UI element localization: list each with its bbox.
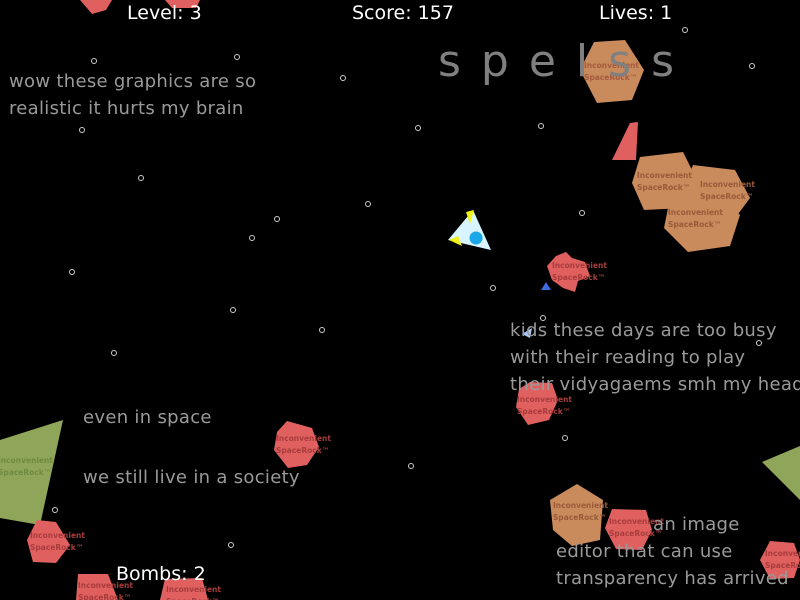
lives-indicator: Lives: 1 bbox=[599, 2, 673, 24]
rock-label-text: Inconvenient bbox=[552, 261, 607, 270]
rock-label-text: SpaceRock™ bbox=[78, 593, 131, 600]
rock-label-text: SpaceRock™ bbox=[637, 183, 690, 192]
flavor-text-graphics: wow these graphics are so realistic it h… bbox=[9, 71, 257, 119]
level-indicator: Level: 3 bbox=[127, 2, 202, 24]
rock-label-text: Inconvenient bbox=[0, 456, 53, 465]
rock-label-text: Inconvenient bbox=[553, 501, 608, 510]
rock-label-text: SpaceRock™ bbox=[668, 220, 721, 229]
rock-label-text: SpaceRock™ bbox=[517, 407, 570, 416]
rock-label-text: Inconvenient bbox=[30, 531, 85, 540]
game-title: spelss bbox=[438, 36, 694, 87]
rock-label-text: Inconvenient bbox=[700, 180, 755, 189]
rock-label-text: Inconvenient bbox=[637, 171, 692, 180]
flavor-text-kids: kids these days are too busy with their … bbox=[510, 320, 800, 395]
rock-label-text: SpaceRock™ bbox=[276, 446, 329, 455]
rock-label-text: Inconvenient bbox=[276, 434, 331, 443]
flavor-text-society: we still live in a society bbox=[83, 467, 300, 488]
flavor-text-editor: an image editor that can use transparenc… bbox=[556, 514, 789, 589]
rock-label-text: SpaceRock™ bbox=[552, 273, 605, 282]
rock-label-text: SpaceRock™ bbox=[30, 543, 83, 552]
rock-label-text: SpaceRock™ bbox=[700, 192, 753, 201]
rock-label-text: Inconvenient bbox=[166, 585, 221, 594]
flavor-text-space: even in space bbox=[83, 407, 212, 428]
bombs-indicator: Bombs: 2 bbox=[116, 563, 206, 585]
score-display: Score: 157 bbox=[352, 2, 454, 24]
rock-label-text: Inconvenient bbox=[668, 208, 723, 217]
rock-label-text: SpaceRock™ bbox=[0, 468, 51, 477]
